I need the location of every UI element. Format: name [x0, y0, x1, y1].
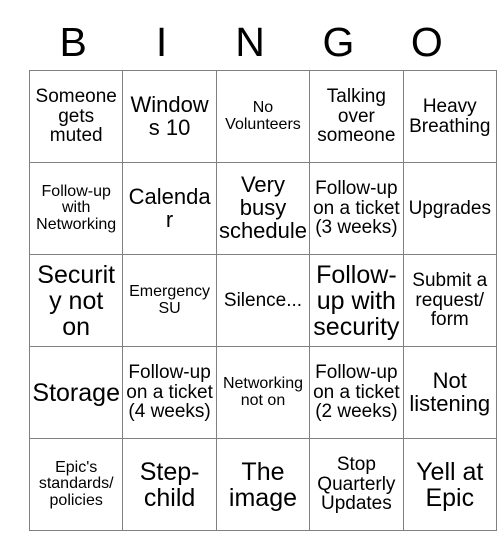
bingo-cell[interactable]: Follow-up with security — [309, 254, 404, 347]
bingo-cell[interactable]: Not listening — [402, 346, 497, 439]
bingo-grid: Someone gets muted Windows 10 No Volunte… — [28, 70, 497, 531]
bingo-cell[interactable]: Follow-up on a ticket (4 weeks) — [122, 346, 217, 439]
bingo-row: Follow-up with Networking Calendar Very … — [28, 162, 497, 255]
bingo-header-letter-i: I — [155, 18, 168, 65]
bingo-cell[interactable]: Heavy Breathing — [402, 70, 497, 163]
bingo-cell[interactable]: Networking not on — [215, 346, 311, 439]
bingo-cell[interactable]: Someone gets muted — [28, 70, 124, 163]
bingo-header-letter-g: G — [322, 18, 355, 65]
bingo-cell[interactable]: Silence... — [215, 254, 311, 347]
bingo-cell[interactable]: Windows 10 — [122, 70, 217, 163]
bingo-cell[interactable]: Epic's standards/ policies — [28, 438, 124, 531]
bingo-row: Epic's standards/ policies Step-child Th… — [28, 438, 497, 531]
bingo-cell[interactable]: Storage — [28, 346, 124, 439]
bingo-cell[interactable]: Submit a request/ form — [402, 254, 497, 347]
bingo-cell[interactable]: Security not on — [28, 254, 124, 347]
bingo-header-letter-n: N — [235, 18, 265, 65]
bingo-row: Someone gets muted Windows 10 No Volunte… — [28, 70, 497, 163]
bingo-cell[interactable]: Calendar — [122, 162, 217, 255]
bingo-cell[interactable]: Follow-up on a ticket (2 weeks) — [309, 346, 404, 439]
bingo-cell[interactable]: Talking over someone — [309, 70, 404, 163]
bingo-cell[interactable]: No Volunteers — [215, 70, 311, 163]
bingo-header-letter-o: O — [410, 18, 443, 65]
bingo-cell[interactable]: Follow-up on a ticket (3 weeks) — [309, 162, 404, 255]
bingo-cell[interactable]: Stop Quarterly Updates — [309, 438, 404, 531]
bingo-cell[interactable]: Emergency SU — [122, 254, 217, 347]
bingo-cell[interactable]: Yell at Epic — [402, 438, 497, 531]
bingo-row: Security not on Emergency SU Silence... … — [28, 254, 497, 347]
bingo-cell[interactable]: Follow-up with Networking — [28, 162, 124, 255]
bingo-card: B I N G O Someone gets muted Windows 10 … — [28, 14, 497, 531]
bingo-header-letter-b: B — [59, 18, 87, 65]
bingo-cell[interactable]: Step-child — [122, 438, 217, 531]
bingo-cell[interactable]: Very busy schedule — [215, 162, 311, 255]
bingo-cell[interactable]: The image — [215, 438, 311, 531]
bingo-row: Storage Follow-up on a ticket (4 weeks) … — [28, 346, 497, 439]
bingo-cell[interactable]: Upgrades — [402, 162, 497, 255]
bingo-header-row: B I N G O — [29, 14, 471, 70]
